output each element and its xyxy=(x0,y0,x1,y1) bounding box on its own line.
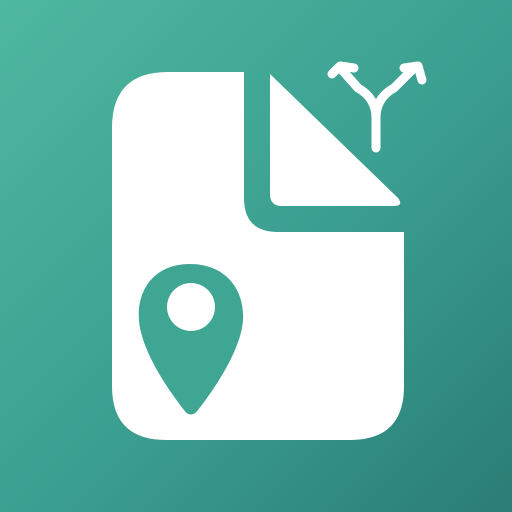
app-icon[interactable] xyxy=(0,0,512,512)
app-icon-graphic xyxy=(0,0,512,512)
map-pin-hole xyxy=(167,283,215,331)
